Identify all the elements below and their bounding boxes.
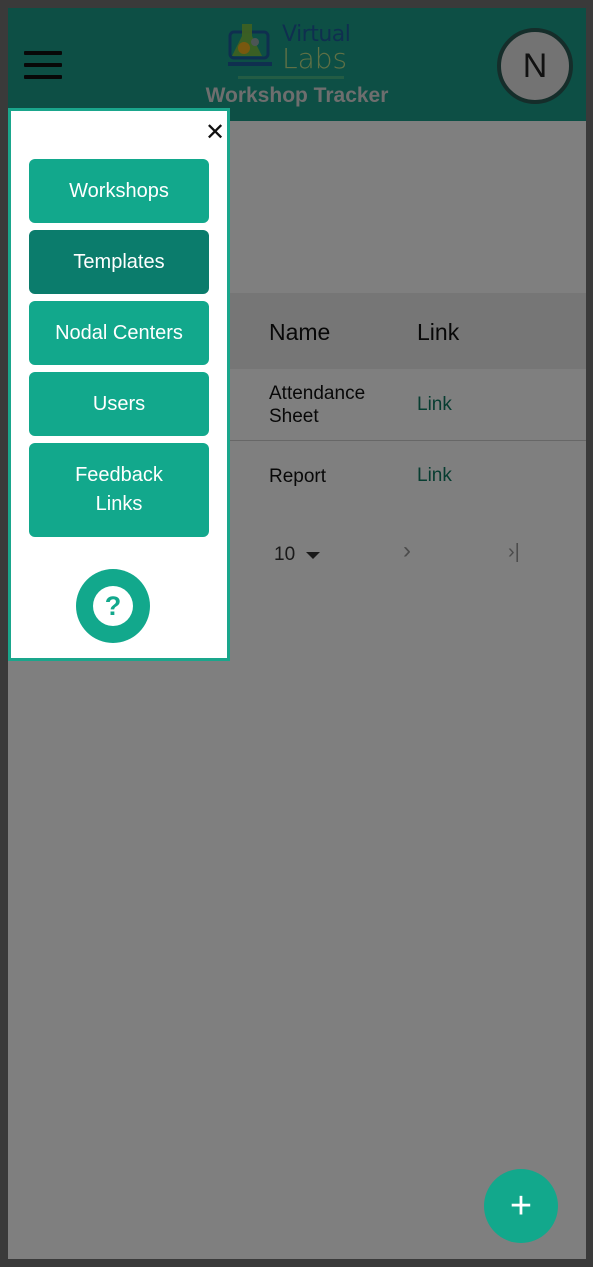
nav-feedback-links-button[interactable]: Feedback Links bbox=[29, 443, 209, 537]
help-button[interactable]: ? bbox=[76, 569, 150, 643]
nav-nodal-centers-button[interactable]: Nodal Centers bbox=[29, 301, 209, 365]
navigation-drawer: ✕ Workshops Templates Nodal Centers User… bbox=[8, 108, 230, 661]
close-icon[interactable]: ✕ bbox=[205, 121, 225, 145]
app-frame: Virtual Labs Workshop Tracker N Name Lin… bbox=[8, 8, 586, 1259]
question-mark-icon: ? bbox=[93, 586, 133, 626]
add-template-button[interactable]: + bbox=[484, 1169, 558, 1243]
nav-workshops-button[interactable]: Workshops bbox=[29, 159, 209, 223]
nav-users-button[interactable]: Users bbox=[29, 372, 209, 436]
nav-templates-button[interactable]: Templates bbox=[29, 230, 209, 294]
